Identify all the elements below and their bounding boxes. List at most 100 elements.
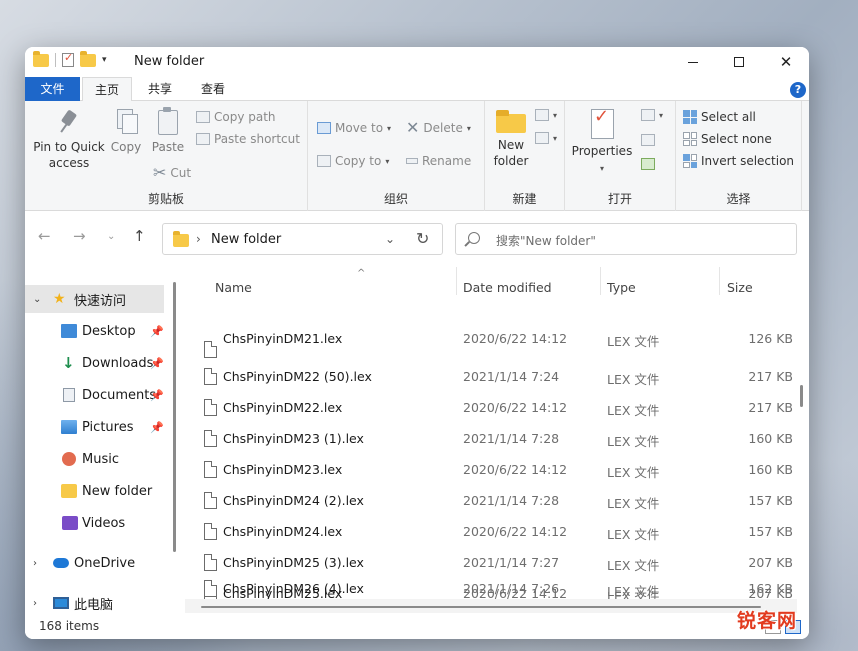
delete-button[interactable]: ✕ Delete ▾ bbox=[406, 118, 471, 137]
search-placeholder[interactable]: 搜索"New folder" bbox=[496, 232, 596, 249]
file-date: 2021/1/14 7:28 bbox=[463, 431, 560, 446]
file-row[interactable]: ChsPinyinDM22.lex 2020/6/22 14:12 LEX 文件… bbox=[185, 393, 797, 424]
paste-icon bbox=[157, 107, 179, 135]
easy-access-dropdown-icon: ▾ bbox=[553, 133, 558, 143]
file-size: 217 KB bbox=[748, 369, 793, 384]
folder-icon[interactable] bbox=[33, 50, 49, 67]
refresh-icon[interactable]: ↻ bbox=[416, 229, 429, 248]
sidebar-item-onedrive[interactable]: › OneDrive bbox=[25, 549, 175, 577]
file-row[interactable]: ChsPinyinDM23 (1).lex 2021/1/14 7:28 LEX… bbox=[185, 424, 797, 455]
tab-view[interactable]: 查看 bbox=[190, 77, 236, 101]
sidebar-item-label: OneDrive bbox=[74, 555, 136, 571]
file-type: LEX 文件 bbox=[607, 584, 660, 599]
expand-chevron-icon[interactable]: › bbox=[33, 598, 37, 609]
column-divider[interactable] bbox=[719, 267, 720, 295]
file-row[interactable]: ChsPinyinDM23.lex 2020/6/22 14:12 LEX 文件… bbox=[185, 455, 797, 486]
sidebar-item-documents[interactable]: Documents 📌 bbox=[25, 381, 175, 409]
sidebar-item-downloads[interactable]: ↓ Downloads 📌 bbox=[25, 349, 175, 377]
column-header-type[interactable]: Type bbox=[607, 272, 707, 296]
pin-icon bbox=[58, 109, 80, 135]
breadcrumb-chevron-icon[interactable]: › bbox=[196, 232, 201, 246]
paste-shortcut-button[interactable]: Paste shortcut bbox=[196, 132, 300, 146]
sidebar-scrollbar[interactable] bbox=[173, 282, 176, 552]
copy-button[interactable]: Copy bbox=[109, 107, 143, 155]
cut-button[interactable]: ✂ Cut bbox=[153, 165, 191, 181]
file-name: ChsPinyinDM23 (1).lex bbox=[223, 431, 364, 446]
tab-file[interactable]: 文件 bbox=[25, 77, 80, 101]
copy-path-button[interactable]: Copy path bbox=[196, 110, 276, 124]
tab-home[interactable]: 主页 bbox=[82, 77, 132, 102]
sidebar-item-videos[interactable]: Videos bbox=[25, 509, 175, 537]
column-header-name[interactable]: ^ Name bbox=[215, 268, 455, 296]
copy-to-button[interactable]: Copy to ▾ bbox=[317, 154, 389, 168]
expand-chevron-icon[interactable]: ⌄ bbox=[33, 294, 41, 305]
forward-arrow-icon[interactable]: → bbox=[73, 227, 86, 245]
new-item-button[interactable]: ▾ bbox=[535, 109, 557, 121]
new-folder-label: New folder bbox=[493, 138, 529, 168]
title-bar[interactable]: ▾ New folder ✕ bbox=[25, 47, 809, 77]
pin-to-quick-access-button[interactable]: Pin to Quick access bbox=[29, 109, 109, 171]
address-history-dropdown-icon[interactable]: ⌄ bbox=[385, 232, 395, 246]
column-header-date[interactable]: Date modified bbox=[463, 272, 593, 296]
address-bar[interactable]: › New folder ⌄ ↻ bbox=[162, 223, 443, 255]
copy-path-label: Copy path bbox=[214, 110, 276, 124]
tab-share[interactable]: 共享 bbox=[137, 77, 183, 101]
new-folder-icon[interactable] bbox=[80, 50, 96, 67]
file-date: 2021/1/14 7:24 bbox=[463, 369, 560, 384]
properties-button[interactable]: Properties ▾ bbox=[571, 109, 633, 177]
sidebar-item-desktop[interactable]: Desktop 📌 bbox=[25, 317, 175, 345]
invert-selection-button[interactable]: Invert selection bbox=[683, 154, 794, 168]
column-divider[interactable] bbox=[456, 267, 457, 295]
file-size: 160 KB bbox=[748, 462, 793, 477]
file-size: 162 KB bbox=[748, 581, 793, 596]
copy-to-icon bbox=[317, 155, 331, 167]
navigation-pane: ⌄ ★ 快速访问 Desktop 📌 ↓ Downloads 📌 Documen… bbox=[25, 265, 175, 615]
file-date: 2020/6/22 14:12 bbox=[463, 331, 568, 346]
sidebar-item-music[interactable]: Music bbox=[25, 445, 175, 473]
file-icon bbox=[204, 399, 217, 416]
edit-button[interactable] bbox=[641, 134, 655, 146]
file-row[interactable]: ChsPinyinDM24 (2).lex 2021/1/14 7:28 LEX… bbox=[185, 486, 797, 517]
select-all-button[interactable]: Select all bbox=[683, 110, 756, 124]
search-icon bbox=[468, 232, 480, 244]
vertical-scrollbar-thumb[interactable] bbox=[800, 385, 803, 407]
easy-access-button[interactable]: ▾ bbox=[535, 132, 557, 144]
file-row[interactable]: ChsPinyinDM22 (50).lex 2021/1/14 7:24 LE… bbox=[185, 362, 797, 393]
maximize-button[interactable] bbox=[716, 47, 762, 77]
expand-chevron-icon[interactable]: › bbox=[33, 558, 37, 569]
move-to-button[interactable]: Move to ▾ bbox=[317, 121, 391, 135]
properties-icon[interactable] bbox=[62, 51, 74, 67]
search-box[interactable]: 搜索"New folder" bbox=[455, 223, 797, 255]
paste-button[interactable]: Paste bbox=[149, 107, 187, 155]
open-button[interactable]: ▾ bbox=[641, 109, 663, 121]
customize-toolbar-dropdown[interactable]: ▾ bbox=[102, 55, 107, 65]
select-none-button[interactable]: Select none bbox=[683, 132, 772, 146]
new-folder-button[interactable]: New folder bbox=[491, 109, 531, 169]
column-header-size[interactable]: Size bbox=[727, 272, 787, 296]
horizontal-scrollbar-thumb[interactable] bbox=[201, 606, 761, 608]
file-row[interactable]: ChsPinyinDM24.lex 2020/6/22 14:12 LEX 文件… bbox=[185, 517, 797, 548]
computer-icon bbox=[53, 597, 69, 609]
quick-access-toolbar: ▾ bbox=[33, 50, 107, 67]
back-arrow-icon[interactable]: ← bbox=[38, 227, 51, 245]
delete-icon: ✕ bbox=[406, 118, 420, 137]
minimize-button[interactable] bbox=[670, 47, 716, 77]
sidebar-item-new-folder[interactable]: New folder bbox=[25, 477, 175, 505]
open-group-label: 打开 bbox=[607, 192, 632, 206]
column-header-label: Date modified bbox=[463, 280, 552, 295]
status-bar: 168 items bbox=[25, 617, 809, 639]
select-all-label: Select all bbox=[701, 110, 756, 124]
rename-button[interactable]: Rename bbox=[406, 154, 471, 168]
minimize-icon bbox=[688, 61, 698, 63]
up-arrow-icon[interactable]: ↑ bbox=[133, 227, 146, 245]
column-divider[interactable] bbox=[600, 267, 601, 295]
history-button[interactable] bbox=[641, 158, 655, 170]
new-group: New folder ▾ ▾ 新建 bbox=[485, 101, 565, 211]
recent-locations-icon[interactable]: ⌄ bbox=[107, 231, 115, 242]
help-button[interactable]: ? bbox=[790, 82, 806, 98]
close-button[interactable]: ✕ bbox=[763, 47, 809, 77]
breadcrumb-current[interactable]: New folder bbox=[211, 232, 281, 247]
sidebar-item-this-pc[interactable]: › 此电脑 bbox=[25, 589, 175, 617]
sidebar-item-quick-access[interactable]: ⌄ ★ 快速访问 bbox=[25, 285, 164, 313]
sidebar-item-pictures[interactable]: Pictures 📌 bbox=[25, 413, 175, 441]
